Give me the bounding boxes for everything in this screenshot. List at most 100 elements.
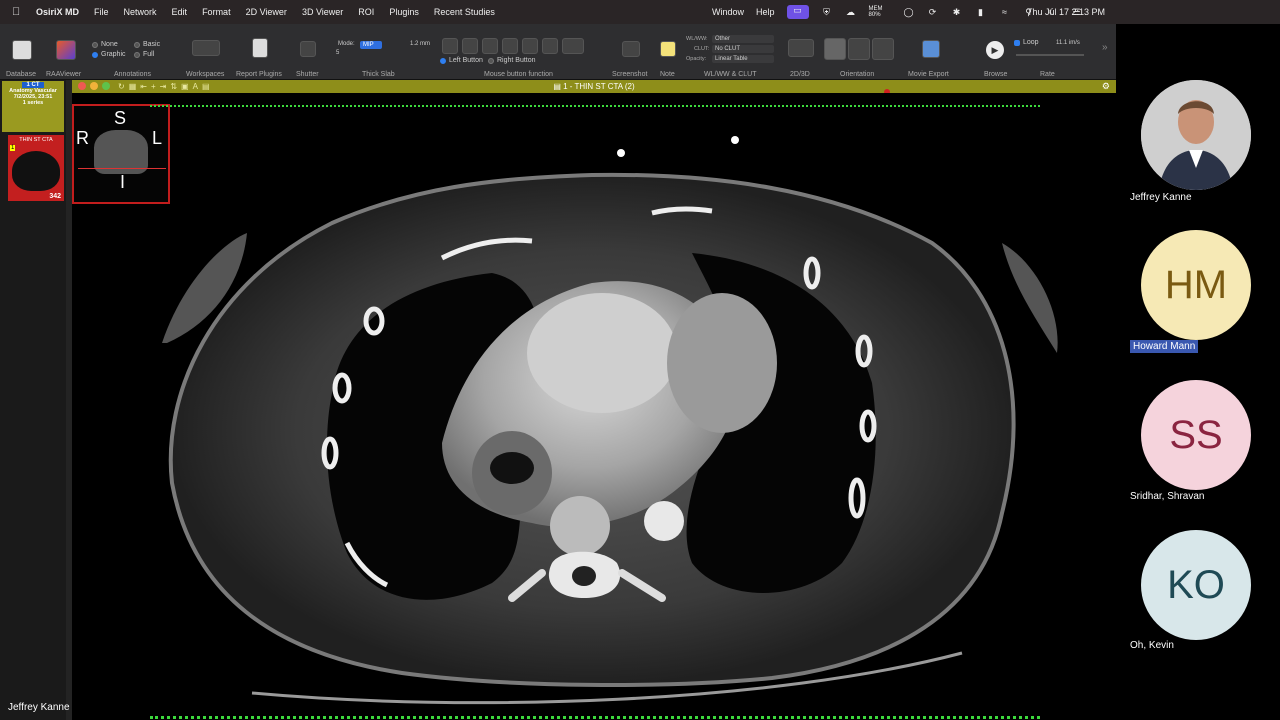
apple-icon[interactable]: : [12, 6, 24, 18]
orientation-superior: S: [114, 108, 127, 128]
localizer-thumbnail[interactable]: S R L I: [72, 104, 170, 204]
close-icon[interactable]: [78, 82, 86, 90]
workspaces-group[interactable]: Workspaces: [186, 24, 230, 80]
play-icon[interactable]: ▶: [986, 41, 1004, 59]
wifi-icon[interactable]: ≈: [999, 7, 1011, 17]
menu-3d-viewer[interactable]: 3D Viewer: [302, 7, 343, 17]
thick-slab-label: Thick Slab: [362, 71, 395, 78]
annotation-basic-radio[interactable]: Basic: [134, 41, 160, 48]
participants-panel: Jeffrey Kanne HM Howard Mann SS Sridhar,…: [1116, 24, 1280, 720]
note-group[interactable]: Note: [656, 24, 680, 80]
menu-app[interactable]: OsiriX MD: [36, 7, 79, 17]
viewer-nav-icons[interactable]: ↻▦⇤+⇥⇅▣A▤: [118, 80, 214, 93]
viewer-title: 1 - THIN ST CTA (2): [563, 82, 635, 91]
menu-plugins[interactable]: Plugins: [389, 7, 419, 17]
participant-avatar-ko[interactable]: KO: [1141, 530, 1251, 640]
menu-window[interactable]: Window: [712, 7, 744, 17]
zoom-icon[interactable]: [102, 82, 110, 90]
2d3d-group[interactable]: 2D/3D: [784, 24, 820, 80]
menu-file[interactable]: File: [94, 7, 109, 17]
avatar-initials: KO: [1167, 562, 1225, 607]
shield-icon[interactable]: ⛨: [821, 7, 833, 17]
roi-tool-icon[interactable]: [562, 38, 584, 54]
annotation-graphic-radio[interactable]: Graphic: [92, 51, 126, 58]
sync-icon[interactable]: ⟳: [927, 7, 939, 17]
report-icon[interactable]: [252, 38, 268, 58]
radio-dot: [488, 57, 494, 64]
memory-indicator[interactable]: MEM 80%: [869, 6, 891, 18]
opacity-label: Opacity:: [686, 56, 707, 62]
movie-export-group[interactable]: Movie Export: [904, 24, 958, 80]
ct-image-viewport[interactable]: [72, 93, 1116, 720]
rotate-tool-icon[interactable]: [502, 38, 518, 54]
mode-select[interactable]: MIP: [360, 41, 382, 49]
slice-scrollbar-top[interactable]: [150, 105, 1040, 107]
clock[interactable]: Thu Jul 17 2:13 PM: [1027, 7, 1105, 17]
gear-icon[interactable]: ⚙: [1102, 80, 1110, 93]
thickness-value: 1.2 mm: [410, 41, 431, 47]
menu-help[interactable]: Help: [756, 7, 775, 17]
minimize-icon[interactable]: [90, 82, 98, 90]
bluetooth-icon[interactable]: ✱: [951, 7, 963, 17]
timer-icon[interactable]: ◯: [903, 7, 915, 17]
pan-tool-icon[interactable]: [462, 38, 478, 54]
battery-icon[interactable]: ▮: [975, 7, 987, 17]
slice-scrollbar-bottom[interactable]: [150, 716, 1040, 719]
participant-avatar-hm[interactable]: HM: [1141, 230, 1251, 340]
movie-export-icon[interactable]: [922, 40, 940, 58]
note-label: Note: [660, 71, 675, 78]
database-icon[interactable]: [12, 40, 32, 60]
menu-network[interactable]: Network: [124, 7, 157, 17]
participant-avatar-ss[interactable]: SS: [1141, 380, 1251, 490]
zoom-tool-icon[interactable]: [482, 38, 498, 54]
series-label: THIN ST CTA: [19, 137, 53, 143]
browse-group[interactable]: ▶ Browse: [980, 24, 1014, 80]
coronal-icon[interactable]: [848, 38, 870, 60]
study-card[interactable]: 1 CT Anatomy Vascular 7/2/2025, 23:51 1 …: [2, 81, 64, 132]
left-button-label: Left Button: [449, 57, 483, 64]
toolbar: Database RAAViewer None Graphic Basic Fu…: [0, 24, 1116, 80]
clut-select[interactable]: No CLUT: [712, 45, 774, 53]
slab-count: 5: [336, 50, 340, 56]
raaviewer-group[interactable]: RAAViewer: [46, 24, 86, 80]
menu-format[interactable]: Format: [202, 7, 231, 17]
toolbar-overflow-icon[interactable]: »: [1102, 42, 1108, 53]
screenshot-group[interactable]: Screenshot: [610, 24, 652, 80]
wlww-tool-icon[interactable]: [442, 38, 458, 54]
cloud-icon[interactable]: ☁: [845, 7, 857, 17]
wlww-select[interactable]: Other: [712, 35, 774, 43]
axial-icon[interactable]: [824, 38, 846, 60]
opacity-select[interactable]: Linear Table: [712, 55, 774, 63]
slice-position-line: [78, 168, 166, 169]
annotation-full-radio[interactable]: Full: [134, 51, 154, 58]
browse-label: Browse: [984, 71, 1008, 78]
left-button-radio[interactable]: Left Button: [440, 57, 483, 64]
rate-group: Loop 11.1 im/s Rate: [1012, 24, 1092, 80]
shutter-group[interactable]: Shutter: [294, 24, 324, 80]
rate-slider[interactable]: [1016, 54, 1084, 56]
participant-video[interactable]: [1141, 80, 1251, 190]
crosshair-tool-icon[interactable]: [542, 38, 558, 54]
right-button-radio[interactable]: Right Button: [488, 57, 536, 64]
workspaces-icon[interactable]: [192, 40, 220, 56]
shutter-icon[interactable]: [300, 41, 316, 57]
scroll-tool-icon[interactable]: [522, 38, 538, 54]
note-icon[interactable]: [660, 41, 676, 57]
report-plugins-group[interactable]: Report Plugins: [236, 24, 288, 80]
menu-edit[interactable]: Edit: [172, 7, 188, 17]
annotation-none-radio[interactable]: None: [92, 41, 118, 48]
loop-checkbox[interactable]: Loop: [1014, 39, 1039, 46]
camera-icon[interactable]: [622, 41, 640, 57]
database-group[interactable]: Database: [4, 24, 44, 80]
screen-share-icon[interactable]: ▭: [786, 5, 809, 19]
basic-label: Basic: [143, 41, 161, 48]
menu-roi[interactable]: ROI: [358, 7, 374, 17]
2d3d-icon[interactable]: [788, 39, 814, 57]
radio-dot: [440, 57, 446, 64]
series-thumbnail[interactable]: THIN ST CTA 1 342: [8, 135, 64, 201]
participant-name: Sridhar, Shravan: [1130, 491, 1205, 502]
raaviewer-icon[interactable]: [56, 40, 76, 60]
menu-recent-studies[interactable]: Recent Studies: [434, 7, 495, 17]
sagittal-icon[interactable]: [872, 38, 894, 60]
menu-2d-viewer[interactable]: 2D Viewer: [246, 7, 287, 17]
